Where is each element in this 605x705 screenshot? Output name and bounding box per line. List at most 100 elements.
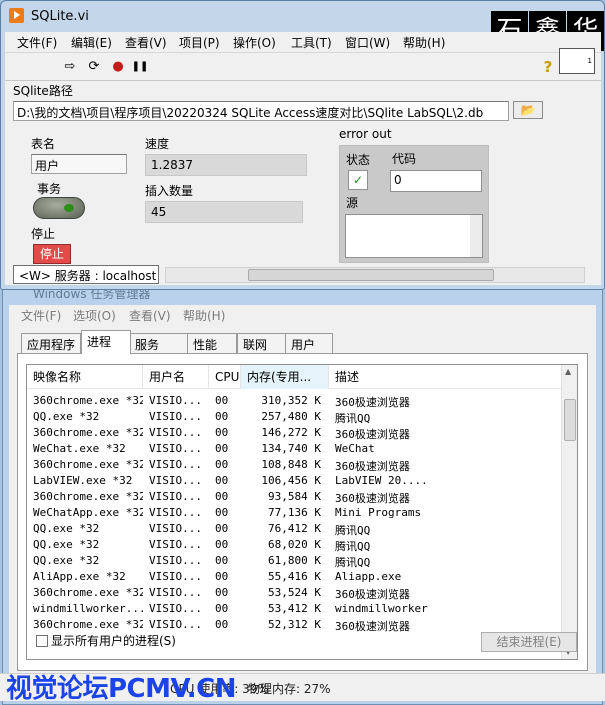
cell-memory: 108,848 K [261,458,321,471]
run-continuously-icon[interactable]: ⟳ [85,58,103,76]
table-row[interactable]: WeChatApp.exe *32 VISIO... 00 77,136 K Mini … [27,505,561,521]
task-manager-menubar: 文件(F) 选项(O) 查看(V) 帮助(H) [9,305,596,325]
table-row[interactable]: windmillworker... VISIO... 00 53,412 K windm… [27,601,561,617]
cell-description: 360极速浏览器 [335,428,410,441]
tm-menu-file[interactable]: 文件(F) [21,307,61,324]
col-description[interactable]: 描述 [329,365,561,389]
menu-edit[interactable]: 编辑(E) [71,34,112,51]
pause-icon[interactable]: ❚❚ [131,58,149,76]
end-process-button[interactable]: 结束进程(E) [481,632,577,652]
panel-vertical-scrollbar[interactable] [585,81,601,265]
table-row[interactable]: AliApp.exe *32 VISIO... 00 55,416 K Aliapp.e… [27,569,561,585]
col-image-name[interactable]: 映像名称 [27,365,143,389]
process-list-scrollbar[interactable]: ▲ ▼ [561,365,577,659]
code-indicator: 0 [390,170,482,192]
table-row[interactable]: QQ.exe *32 VISIO... 00 61,800 K 腾讯QQ [27,553,561,569]
cell-image-name: LabVIEW.exe *32 [33,474,133,487]
table-row[interactable]: WeChat.exe *32 VISIO... 00 134,740 K WeChat [27,441,561,457]
table-row[interactable]: QQ.exe *32 VISIO... 00 76,412 K 腾讯QQ [27,521,561,537]
menu-file[interactable]: 文件(F) [17,34,57,51]
context-help-icon[interactable]: ? [539,58,557,76]
labview-menubar: 文件(F) 编辑(E) 查看(V) 项目(P) 操作(O) 工具(T) 窗口(W… [5,32,601,52]
insert-count-indicator: 45 [145,201,303,223]
cell-image-name: 360chrome.exe *32 [33,458,143,471]
col-cpu[interactable]: CPU [209,365,241,389]
cell-user-name: VISIO... [149,410,202,423]
cell-image-name: windmillworker... [33,602,143,615]
scroll-thumb[interactable] [564,399,576,441]
path-control[interactable]: D:\我的文档\项目\程序项目\20220324 SQLite Access速度… [13,101,509,121]
tm-menu-help[interactable]: 帮助(H) [183,307,225,324]
show-all-users-label: 显示所有用户的进程(S) [51,634,176,648]
scroll-up-icon[interactable]: ▲ [565,367,571,376]
front-panel: SQlite路径 D:\我的文档\项目\程序项目\20220324 SQLite… [5,80,601,285]
table-row[interactable]: QQ.exe *32 VISIO... 00 257,480 K 腾讯QQ [27,409,561,425]
labview-window: SQLite.vi 石 鑫 华 文件(F) 编辑(E) 查看(V) 项目(P) … [0,0,605,290]
tab-users[interactable]: 用户 [285,333,333,353]
speed-indicator: 1.2837 [145,154,307,176]
cell-user-name: VISIO... [149,394,202,407]
cell-cpu: 00 [215,474,229,487]
table-name-field[interactable]: 用户 [31,154,127,174]
horizontal-scroll-thumb[interactable] [248,269,494,281]
menu-tools[interactable]: 工具(T) [291,34,332,51]
cell-description: 腾讯QQ [335,524,371,537]
cell-memory: 53,412 K [268,602,321,615]
cell-memory: 52,312 K [268,618,321,631]
browse-folder-icon[interactable]: 📂 [513,101,543,119]
panel-horizontal-scrollbar[interactable] [165,267,585,283]
stop-button[interactable]: 停止 [33,244,71,264]
tm-menu-view[interactable]: 查看(V) [129,307,171,324]
cell-description: windmillworker [335,602,428,615]
table-row[interactable]: LabVIEW.exe *32 VISIO... 00 106,456 K LabVIE… [27,473,561,489]
cell-description: 腾讯QQ [335,540,371,553]
cell-cpu: 00 [215,506,229,519]
checkbox-icon[interactable] [36,635,48,647]
table-row[interactable]: 360chrome.exe *32 VISIO... 00 52,312 K 360极速… [27,617,561,633]
cell-description: WeChat [335,442,375,455]
status-check-icon: ✓ [348,170,368,190]
col-user-name[interactable]: 用户名 [143,365,209,389]
menu-help[interactable]: 帮助(H) [403,34,445,51]
table-row[interactable]: 360chrome.exe *32 VISIO... 00 108,848 K 360极… [27,457,561,473]
source-scrollbar[interactable] [470,215,482,257]
status-label: 状态 [346,153,371,167]
labview-title: SQLite.vi [31,9,89,24]
cell-description: 360极速浏览器 [335,396,410,409]
cell-user-name: VISIO... [149,538,202,551]
menu-operate[interactable]: 操作(O) [233,34,276,51]
tab-performance[interactable]: 性能 [187,333,237,353]
vi-icon: 1 [559,48,595,74]
labview-toolbar: ⇨ ⟳ ● ❚❚ ? [5,52,601,80]
abort-icon[interactable]: ● [109,58,127,76]
transaction-switch[interactable] [33,197,85,219]
tab-services[interactable]: 服务 [129,333,189,353]
cell-user-name: VISIO... [149,426,202,439]
table-row[interactable]: 360chrome.exe *32 VISIO... 00 310,352 K 360极… [27,393,561,409]
process-list[interactable]: 映像名称 用户名 CPU 内存(专用... 描述 360chrome.exe *… [26,364,578,660]
code-label: 代码 [392,152,417,166]
table-row[interactable]: 360chrome.exe *32 VISIO... 00 53,524 K 360极速… [27,585,561,601]
table-row[interactable]: 360chrome.exe *32 VISIO... 00 146,272 K 360极… [27,425,561,441]
cell-image-name: WeChat.exe *32 [33,442,126,455]
cell-image-name: QQ.exe *32 [33,538,100,551]
cell-description: 360极速浏览器 [335,620,410,633]
show-all-users-checkbox[interactable]: 显示所有用户的进程(S) [36,632,176,649]
tab-processes[interactable]: 进程 [81,330,131,354]
cell-image-name: QQ.exe *32 [33,522,100,535]
menu-project[interactable]: 项目(P) [179,34,220,51]
menu-view[interactable]: 查看(V) [125,34,167,51]
cell-description: 360极速浏览器 [335,460,410,473]
tab-applications[interactable]: 应用程序 [21,333,82,353]
run-icon[interactable]: ⇨ [61,58,79,76]
cell-cpu: 00 [215,522,229,535]
menu-window[interactable]: 窗口(W) [345,34,390,51]
tm-menu-options[interactable]: 选项(O) [73,307,116,324]
tab-networking[interactable]: 联网 [237,333,287,353]
cell-memory: 77,136 K [268,506,321,519]
table-row[interactable]: 360chrome.exe *32 VISIO... 00 93,584 K 360极速… [27,489,561,505]
table-row[interactable]: QQ.exe *32 VISIO... 00 68,020 K 腾讯QQ [27,537,561,553]
col-memory[interactable]: 内存(专用... [241,365,329,389]
cell-memory: 55,416 K [268,570,321,583]
cell-cpu: 00 [215,602,229,615]
